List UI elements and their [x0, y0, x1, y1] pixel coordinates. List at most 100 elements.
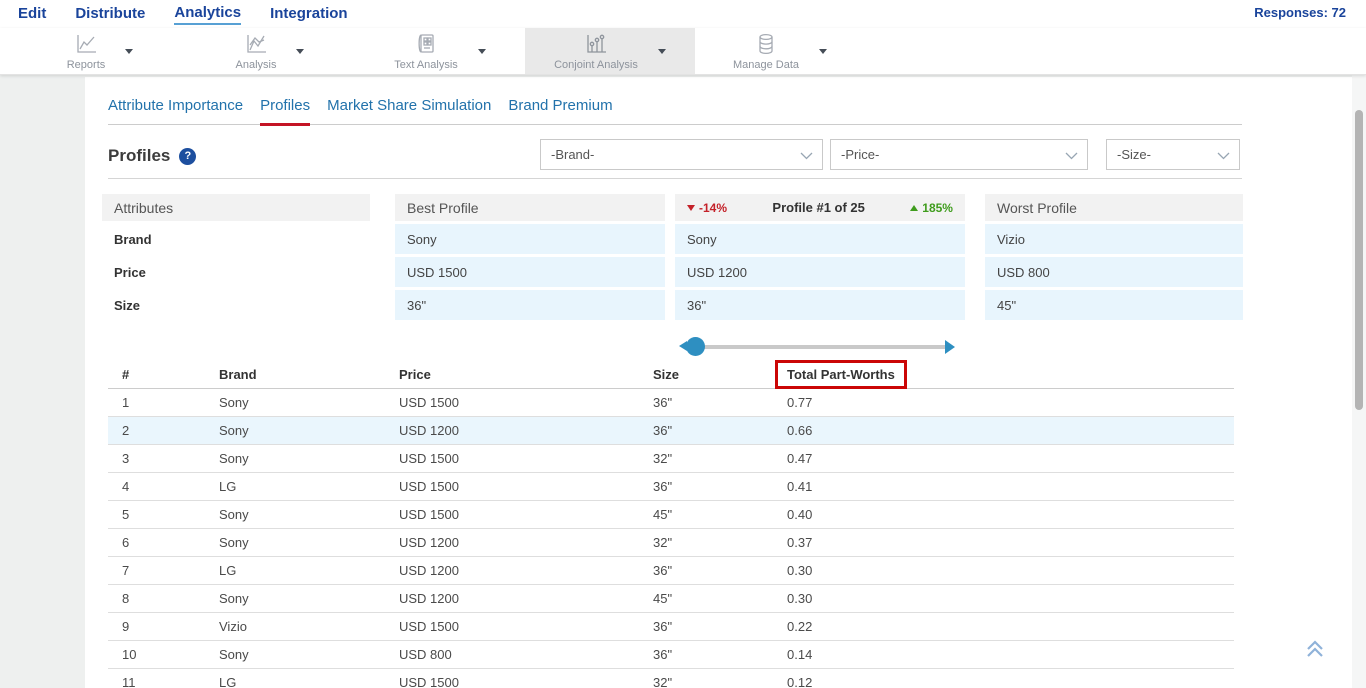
current-profile-brand: Sony	[675, 224, 965, 254]
heading-divider	[108, 178, 1242, 179]
slider-track[interactable]	[689, 345, 951, 349]
size-filter-dropdown[interactable]: -Size-	[1106, 139, 1240, 170]
table-row[interactable]: 1 Sony USD 1500 36" 0.77	[108, 389, 1234, 417]
toolbar-manage-data-button[interactable]: Manage Data	[695, 28, 865, 74]
cell-size: 36"	[653, 479, 787, 494]
cell-size: 32"	[653, 535, 787, 550]
toolbar-conjoint-analysis-label: Conjoint Analysis	[554, 59, 638, 71]
best-profile-price: USD 1500	[395, 257, 665, 287]
triangle-down-icon	[687, 205, 695, 211]
table-row[interactable]: 6 Sony USD 1200 32" 0.37	[108, 529, 1234, 557]
analysis-caret-icon[interactable]	[296, 49, 304, 54]
cell-brand: Sony	[219, 507, 399, 522]
column-header-number[interactable]: #	[108, 367, 219, 382]
attribute-label-size: Size	[102, 290, 370, 320]
cell-total-part-worths: 0.14	[787, 647, 1234, 662]
table-row[interactable]: 5 Sony USD 1500 45" 0.40	[108, 501, 1234, 529]
nav-analytics[interactable]: Analytics	[174, 3, 241, 25]
decrease-badge: -14%	[687, 201, 727, 215]
cell-number: 1	[108, 395, 219, 410]
help-icon[interactable]: ?	[179, 148, 196, 165]
cell-price: USD 800	[399, 647, 653, 662]
tab-profiles[interactable]: Profiles	[260, 97, 310, 126]
table-row[interactable]: 11 LG USD 1500 32" 0.12	[108, 669, 1234, 688]
cell-size: 45"	[653, 591, 787, 606]
profile-count-label: Profile #1 of 25	[772, 200, 864, 215]
nav-edit[interactable]: Edit	[18, 4, 46, 24]
price-filter-value: -Price-	[841, 147, 879, 162]
table-row[interactable]: 3 Sony USD 1500 32" 0.47	[108, 445, 1234, 473]
tab-market-share-simulation[interactable]: Market Share Simulation	[327, 97, 491, 126]
toolbar-analysis-button[interactable]: Analysis	[185, 28, 355, 74]
column-header-total-part-worths[interactable]: Total Part-Worths	[787, 360, 1234, 389]
page-scrollbar[interactable]	[1352, 0, 1366, 688]
cell-total-part-worths: 0.47	[787, 451, 1234, 466]
tab-attribute-importance[interactable]: Attribute Importance	[108, 97, 243, 126]
table-row[interactable]: 9 Vizio USD 1500 36" 0.22	[108, 613, 1234, 641]
cell-size: 36"	[653, 619, 787, 634]
cell-brand: Sony	[219, 451, 399, 466]
manage-data-caret-icon[interactable]	[819, 49, 827, 54]
conjoint-sub-tabs: Attribute Importance Profiles Market Sha…	[108, 97, 1242, 125]
scrollbar-thumb[interactable]	[1355, 110, 1363, 410]
cell-total-part-worths: 0.22	[787, 619, 1234, 634]
column-header-price[interactable]: Price	[399, 367, 653, 382]
cell-brand: Vizio	[219, 619, 399, 634]
column-header-size[interactable]: Size	[653, 367, 787, 382]
nav-distribute[interactable]: Distribute	[75, 4, 145, 24]
cell-brand: LG	[219, 563, 399, 578]
cell-price: USD 1500	[399, 479, 653, 494]
cell-total-part-worths: 0.40	[787, 507, 1234, 522]
best-profile-column: Best Profile Sony USD 1500 36"	[395, 194, 665, 358]
toolbar-text-analysis-button[interactable]: Text Analysis	[355, 28, 525, 74]
trend-lines-icon	[243, 32, 269, 56]
attributes-column: Attributes Brand Price Size	[102, 194, 370, 358]
cell-price: USD 1500	[399, 451, 653, 466]
profiles-table: # Brand Price Size Total Part-Worths 1 S…	[108, 360, 1234, 688]
table-row[interactable]: 7 LG USD 1200 36" 0.30	[108, 557, 1234, 585]
current-profile-size: 36"	[675, 290, 965, 320]
cell-number: 7	[108, 563, 219, 578]
cell-brand: Sony	[219, 647, 399, 662]
cell-size: 32"	[653, 675, 787, 688]
column-header-brand[interactable]: Brand	[219, 367, 399, 382]
cell-number: 3	[108, 451, 219, 466]
profile-comparison: Attributes Brand Price Size Best Profile…	[102, 194, 1243, 358]
nav-integration[interactable]: Integration	[270, 4, 348, 24]
current-profile-header: -14% Profile #1 of 25 185%	[675, 194, 965, 221]
cell-total-part-worths: 0.77	[787, 395, 1234, 410]
table-row[interactable]: 8 Sony USD 1200 45" 0.30	[108, 585, 1234, 613]
cell-total-part-worths: 0.41	[787, 479, 1234, 494]
cell-brand: LG	[219, 479, 399, 494]
highlight-box: Total Part-Worths	[775, 360, 907, 389]
slider-handle[interactable]	[686, 337, 705, 356]
table-row[interactable]: 4 LG USD 1500 36" 0.41	[108, 473, 1234, 501]
cell-brand: Sony	[219, 535, 399, 550]
cell-total-part-worths: 0.37	[787, 535, 1234, 550]
double-chevron-up-icon	[1304, 639, 1326, 659]
size-filter-value: -Size-	[1117, 147, 1151, 162]
cell-number: 8	[108, 591, 219, 606]
table-row[interactable]: 2 Sony USD 1200 36" 0.66	[108, 417, 1234, 445]
database-icon	[754, 32, 778, 56]
tab-brand-premium[interactable]: Brand Premium	[508, 97, 612, 126]
responses-count[interactable]: Responses: 72	[1254, 5, 1346, 20]
cell-total-part-worths: 0.30	[787, 563, 1234, 578]
table-row[interactable]: 10 Sony USD 800 36" 0.14	[108, 641, 1234, 669]
cell-number: 9	[108, 619, 219, 634]
toolbar-conjoint-analysis-button[interactable]: Conjoint Analysis	[525, 28, 695, 74]
cell-number: 5	[108, 507, 219, 522]
price-filter-dropdown[interactable]: -Price-	[830, 139, 1088, 170]
toolbar-reports-button[interactable]: Reports	[15, 28, 185, 74]
top-nav-bar: Edit Distribute Analytics Integration Re…	[0, 0, 1366, 28]
cell-number: 2	[108, 423, 219, 438]
conjoint-analysis-caret-icon[interactable]	[658, 49, 666, 54]
scroll-to-top-button[interactable]	[1304, 639, 1326, 664]
slider-next-arrow-icon[interactable]	[945, 340, 955, 354]
brand-filter-dropdown[interactable]: -Brand-	[540, 139, 823, 170]
content-panel: Attribute Importance Profiles Market Sha…	[85, 77, 1352, 688]
reports-caret-icon[interactable]	[125, 49, 133, 54]
worst-profile-column: Worst Profile Vizio USD 800 45"	[985, 194, 1243, 358]
cell-brand: LG	[219, 675, 399, 688]
text-analysis-caret-icon[interactable]	[478, 49, 486, 54]
